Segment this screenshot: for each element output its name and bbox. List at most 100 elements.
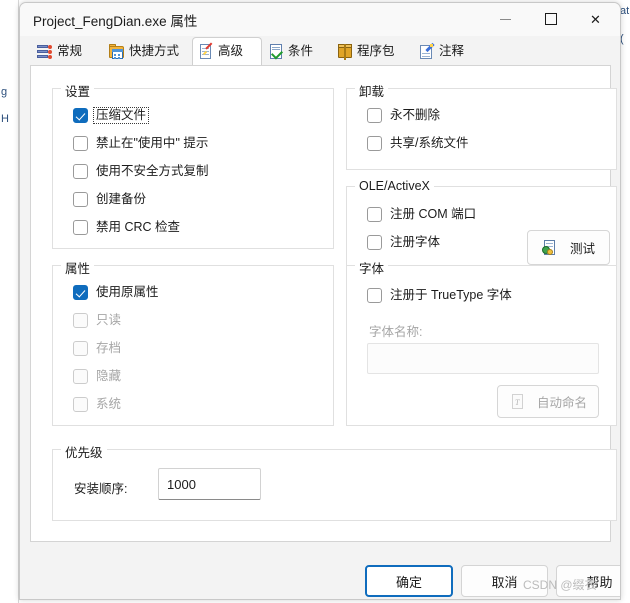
checkbox-disable-crc[interactable]: 禁用 CRC 检查	[73, 220, 182, 235]
maximize-button[interactable]	[528, 3, 573, 35]
checkbox-register-font-label: 注册字体	[390, 235, 441, 250]
advanced-doc-icon	[198, 42, 214, 60]
window-title: Project_FengDian.exe 属性	[33, 14, 198, 29]
checkbox-unsafe-copy-label: 使用不安全方式复制	[96, 164, 209, 179]
checkbox-compress-file[interactable]: 压缩文件	[73, 107, 150, 124]
checkbox-disable-crc-box	[73, 220, 88, 235]
tab-condition[interactable]: 条件	[262, 37, 331, 65]
priority-group: 优先级 安装顺序: 1000	[52, 442, 617, 521]
checkbox-register-font-box	[367, 235, 382, 250]
checkbox-system-label: 系统	[96, 397, 122, 412]
checkbox-system: 系统	[73, 397, 123, 412]
attributes-group: 属性 使用原属性 只读 存档 隐藏 系统	[52, 258, 334, 426]
font-name-label: 字体名称:	[369, 325, 423, 339]
background-text-fragment-2: H	[1, 113, 9, 125]
priority-group-legend: 优先级	[61, 442, 107, 461]
checkbox-use-original-attributes-label: 使用原属性	[96, 285, 159, 300]
background-text-fragment-3: at	[620, 5, 630, 17]
ok-button[interactable]: 确定	[365, 565, 453, 597]
checkbox-create-backup-label: 创建备份	[96, 192, 147, 207]
checkbox-use-original-attributes[interactable]: 使用原属性	[73, 285, 161, 300]
install-order-label: 安装顺序:	[74, 482, 128, 496]
cancel-button-label: 取消	[491, 574, 518, 590]
checkbox-disable-crc-label: 禁用 CRC 检查	[96, 220, 181, 235]
checkbox-archive-label: 存档	[96, 341, 122, 356]
checkbox-create-backup[interactable]: 创建备份	[73, 192, 148, 207]
tab-shortcut-label: 快捷方式	[129, 44, 180, 59]
comment-pencil-icon	[419, 42, 435, 60]
checkbox-hidden: 隐藏	[73, 369, 123, 384]
checkbox-register-truetype[interactable]: 注册于 TrueType 字体	[367, 288, 514, 303]
settings-group-legend: 设置	[61, 81, 95, 100]
test-button-label: 测试	[569, 242, 595, 256]
tab-condition-label: 条件	[288, 44, 314, 59]
minimize-button[interactable]	[483, 3, 528, 35]
auto-name-icon: T	[509, 393, 525, 410]
checkbox-compress-file-box	[73, 108, 88, 123]
desktop-background-right: at (	[620, 0, 630, 603]
font-group-legend: 字体	[355, 258, 389, 277]
checkbox-readonly-box	[73, 313, 88, 328]
install-order-input[interactable]: 1000	[158, 468, 261, 500]
tab-advanced[interactable]: 高级	[192, 37, 262, 65]
checkbox-unsafe-copy[interactable]: 使用不安全方式复制	[73, 164, 211, 179]
attributes-group-legend: 属性	[61, 258, 95, 277]
checkbox-register-truetype-label: 注册于 TrueType 字体	[390, 288, 512, 303]
checkbox-readonly-label: 只读	[96, 313, 122, 328]
tab-general-label: 常规	[57, 44, 83, 59]
checkbox-archive-box	[73, 341, 88, 356]
checkbox-shared-system-file-box	[367, 136, 382, 151]
tab-comment-label: 注释	[439, 44, 465, 59]
checkbox-hidden-label: 隐藏	[96, 369, 122, 384]
help-button-label: 帮助	[586, 574, 613, 590]
ole-activex-group-legend: OLE/ActiveX	[355, 179, 434, 193]
title-bar: Project_FengDian.exe 属性 ✕	[20, 3, 620, 36]
auto-name-button[interactable]: T 自动命名	[497, 385, 599, 418]
checkbox-compress-file-label: 压缩文件	[92, 107, 150, 124]
general-list-icon	[37, 44, 53, 60]
help-button[interactable]: 帮助	[556, 565, 620, 597]
tab-strip: 常规 快捷方式 高级 条件 程序包 注释	[20, 36, 620, 65]
checkbox-never-delete-label: 永不删除	[390, 108, 441, 123]
maximize-icon	[544, 13, 557, 25]
advanced-tab-page: 设置 压缩文件 禁止在"使用中" 提示 使用不安全方式复制 创建备份 禁用 CR…	[30, 65, 617, 542]
auto-name-button-label: 自动命名	[536, 396, 587, 410]
uninstall-group: 卸载 永不删除 共享/系统文件	[346, 81, 617, 170]
checkbox-register-truetype-box	[367, 288, 382, 303]
font-name-input[interactable]	[367, 343, 599, 374]
checkbox-never-delete[interactable]: 永不删除	[367, 108, 442, 123]
package-box-icon	[337, 43, 353, 60]
uninstall-group-legend: 卸载	[355, 81, 389, 100]
properties-dialog-window: Project_FengDian.exe 属性 ✕ 常规 快捷方式 高级 条件 …	[19, 2, 621, 600]
checkbox-register-com-port-label: 注册 COM 端口	[390, 207, 477, 222]
checkbox-use-original-attributes-box	[73, 285, 88, 300]
close-icon: ✕	[590, 11, 601, 27]
checkbox-create-backup-box	[73, 192, 88, 207]
checkbox-register-font[interactable]: 注册字体	[367, 235, 442, 250]
shortcut-folder-icon	[109, 43, 125, 60]
minimize-icon	[500, 18, 511, 20]
test-button[interactable]: 测试	[527, 230, 610, 265]
checkbox-no-inuse-prompt-label: 禁止在"使用中" 提示	[96, 136, 209, 151]
checkbox-hidden-box	[73, 369, 88, 384]
checkbox-no-inuse-prompt[interactable]: 禁止在"使用中" 提示	[73, 136, 210, 151]
checkbox-readonly: 只读	[73, 313, 123, 328]
checkbox-register-com-port[interactable]: 注册 COM 端口	[367, 207, 478, 222]
tab-general[interactable]: 常规	[31, 37, 103, 65]
tab-comment[interactable]: 注释	[413, 37, 482, 65]
tab-shortcut[interactable]: 快捷方式	[103, 37, 192, 65]
settings-group: 设置 压缩文件 禁止在"使用中" 提示 使用不安全方式复制 创建备份 禁用 CR…	[52, 81, 334, 249]
checkbox-archive: 存档	[73, 341, 123, 356]
ok-button-label: 确定	[395, 574, 422, 590]
checkbox-shared-system-file[interactable]: 共享/系统文件	[367, 136, 470, 151]
checkbox-no-inuse-prompt-box	[73, 136, 88, 151]
tab-package[interactable]: 程序包	[331, 37, 413, 65]
test-doc-icon	[541, 239, 558, 256]
cancel-button[interactable]: 取消	[461, 565, 548, 597]
desktop-background-left: g H	[0, 0, 19, 603]
background-text-fragment-1: g	[1, 86, 8, 98]
checkbox-system-box	[73, 397, 88, 412]
close-button[interactable]: ✕	[573, 3, 618, 35]
tab-advanced-label: 高级	[218, 44, 244, 59]
install-order-value: 1000	[167, 476, 196, 492]
